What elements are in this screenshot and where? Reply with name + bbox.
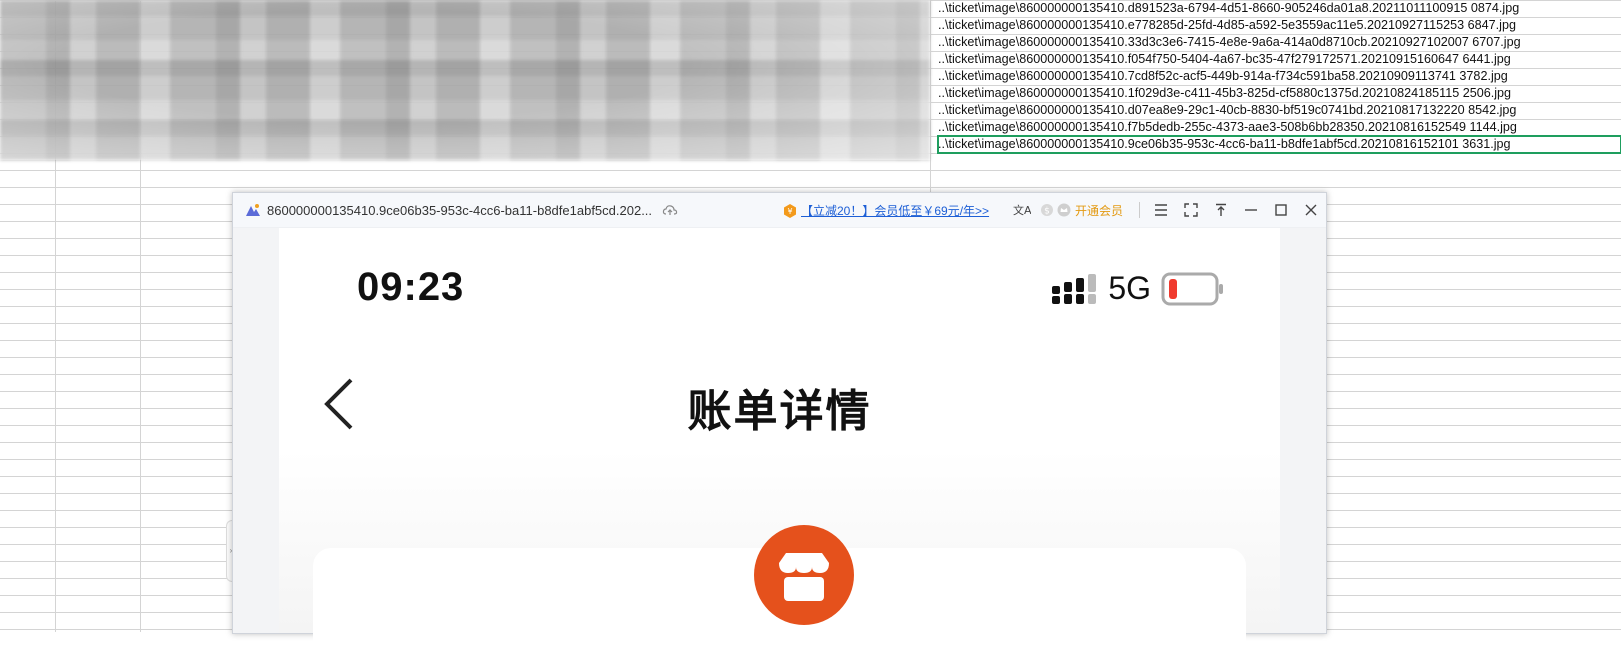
status-time: 09:23	[357, 265, 465, 309]
page-title: 账单详情	[687, 387, 872, 436]
path-cell[interactable]: ..\ticket\image\860000000135410.d891523a…	[938, 0, 1621, 17]
svg-text:¥: ¥	[787, 207, 792, 216]
shop-icon	[754, 525, 854, 625]
coin-icon[interactable]: $	[1037, 193, 1057, 227]
viewer-toolbar: 文A $ 开通会员	[1007, 193, 1326, 227]
status-bar-right: 5G	[1052, 270, 1225, 307]
image-viewer-window: 860000000135410.9ce06b35-953c-4cc6-ba11-…	[232, 192, 1327, 658]
fullscreen-icon[interactable]	[1176, 193, 1206, 227]
pin-icon[interactable]	[1206, 193, 1236, 227]
path-cell[interactable]: ..\ticket\image\860000000135410.f7b5dedb…	[938, 119, 1621, 136]
close-icon[interactable]	[1296, 193, 1326, 227]
signal-strength-icon	[1052, 273, 1097, 304]
window-title: 860000000135410.9ce06b35-953c-4cc6-ba11-…	[267, 202, 653, 218]
svg-text:文A: 文A	[1013, 203, 1031, 217]
vip-crown-icon	[1057, 203, 1071, 217]
blurred-region-mask	[0, 0, 930, 160]
toolbar-divider	[1139, 202, 1140, 218]
phone-screenshot: 09:23 5G 账单详情	[279, 228, 1280, 658]
promo-link[interactable]: 【立减20！】会员低至￥69元/年>>	[801, 202, 989, 219]
path-cell[interactable]: ..\ticket\image\860000000135410.33d3c3e6…	[938, 34, 1621, 51]
promo-banner[interactable]: ¥ 【立减20！】会员低至￥69元/年>>	[783, 202, 989, 219]
viewer-titlebar: 860000000135410.9ce06b35-953c-4cc6-ba11-…	[233, 193, 1326, 228]
battery-icon	[1161, 272, 1223, 305]
path-cell[interactable]: ..\ticket\image\860000000135410.d07ea8e9…	[938, 102, 1621, 119]
vip-label: 开通会员	[1074, 203, 1123, 218]
path-cell[interactable]: ..\ticket\image\860000000135410.1f029d3e…	[938, 85, 1621, 102]
svg-text:$: $	[1044, 207, 1050, 217]
path-cell[interactable]: ..\ticket\image\860000000135410.7cd8f52c…	[938, 68, 1621, 85]
cloud-upload-icon[interactable]	[662, 202, 678, 218]
minimize-icon[interactable]	[1236, 193, 1266, 227]
path-cell-selected[interactable]: ..\ticket\image\860000000135410.9ce06b35…	[937, 135, 1621, 154]
menu-icon[interactable]	[1146, 193, 1176, 227]
path-column: ..\ticket\image\860000000135410.d891523a…	[937, 0, 1621, 154]
path-cell[interactable]: ..\ticket\image\860000000135410.e778285d…	[938, 17, 1621, 34]
path-cell[interactable]: ..\ticket\image\860000000135410.f054f750…	[938, 51, 1621, 68]
vip-button[interactable]: 开通会员	[1057, 202, 1123, 219]
coupon-badge-icon: ¥	[784, 203, 796, 218]
translate-icon[interactable]: 文A	[1007, 193, 1037, 227]
image-canvas: 09:23 5G 账单详情	[233, 228, 1326, 658]
app-logo-icon	[246, 204, 260, 216]
network-type: 5G	[1108, 270, 1151, 306]
maximize-icon[interactable]	[1266, 193, 1296, 227]
